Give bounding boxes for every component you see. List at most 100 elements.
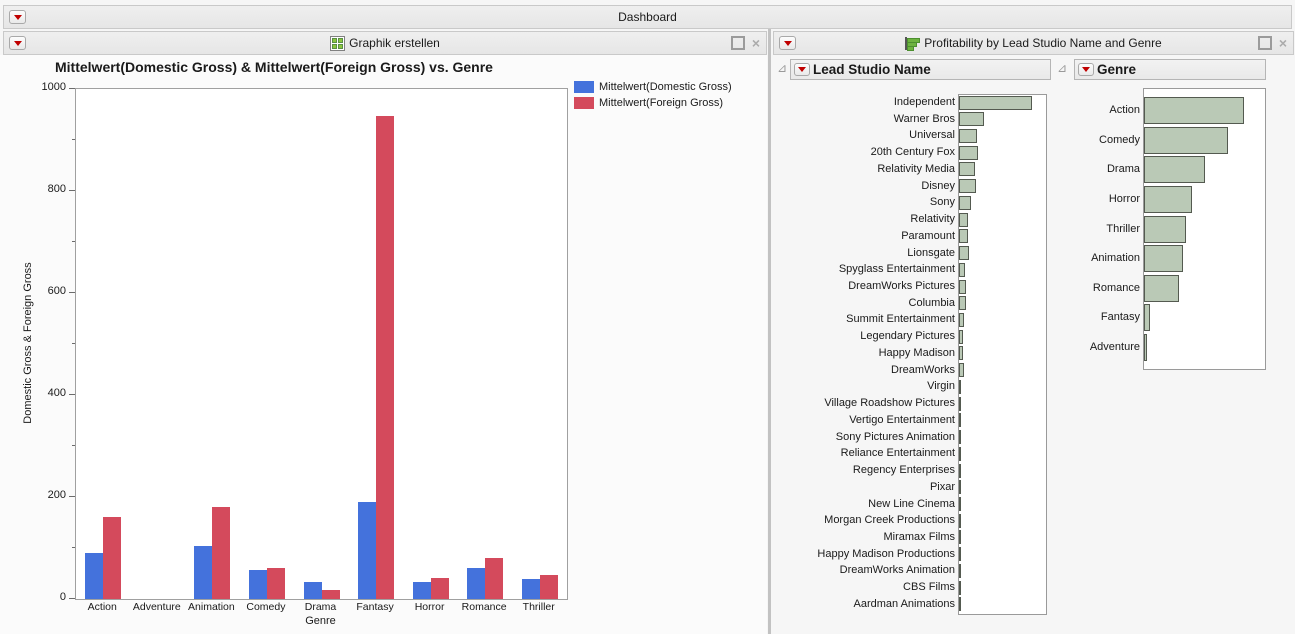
- bar-domestic[interactable]: [249, 570, 267, 599]
- maximize-icon[interactable]: [731, 36, 745, 50]
- legend-item[interactable]: Mittelwert(Domestic Gross): [574, 79, 732, 95]
- x-tick-label[interactable]: Thriller: [511, 601, 566, 613]
- studio-bar[interactable]: [959, 397, 961, 411]
- red-triangle-menu-button[interactable]: [779, 36, 796, 50]
- genre-bar[interactable]: [1144, 334, 1147, 361]
- studio-bar[interactable]: [959, 96, 1032, 110]
- studio-label[interactable]: Legendary Pictures: [775, 330, 955, 342]
- genre-label[interactable]: Fantasy: [1048, 311, 1140, 323]
- studio-bar[interactable]: [959, 447, 961, 461]
- red-triangle-menu-button[interactable]: [9, 36, 26, 50]
- genre-bar[interactable]: [1144, 97, 1244, 124]
- studio-bar[interactable]: [959, 162, 975, 176]
- studio-bar[interactable]: [959, 112, 984, 126]
- bar-foreign[interactable]: [431, 578, 449, 599]
- genre-label[interactable]: Drama: [1048, 163, 1140, 175]
- bar-domestic[interactable]: [194, 546, 212, 599]
- collapse-triangle-icon[interactable]: ⊿: [777, 62, 787, 74]
- studio-label[interactable]: Reliance Entertainment: [775, 447, 955, 459]
- studio-label[interactable]: New Line Cinema: [775, 498, 955, 510]
- studio-label[interactable]: Vertigo Entertainment: [775, 414, 955, 426]
- x-tick-label[interactable]: Animation: [184, 601, 239, 613]
- bar-domestic[interactable]: [358, 502, 376, 599]
- red-triangle-menu-button[interactable]: [1078, 63, 1094, 76]
- bar-domestic[interactable]: [467, 568, 485, 599]
- studio-label[interactable]: Sony Pictures Animation: [775, 431, 955, 443]
- studio-bar[interactable]: [959, 597, 961, 611]
- studio-label[interactable]: 20th Century Fox: [775, 146, 955, 158]
- bar-domestic[interactable]: [522, 579, 540, 599]
- studio-bar[interactable]: [959, 129, 977, 143]
- studio-bar[interactable]: [959, 296, 966, 310]
- studio-label[interactable]: Spyglass Entertainment: [775, 263, 955, 275]
- x-tick-label[interactable]: Comedy: [239, 601, 294, 613]
- studio-bar[interactable]: [959, 514, 961, 528]
- plot-area[interactable]: [75, 88, 568, 600]
- x-tick-label[interactable]: Fantasy: [348, 601, 403, 613]
- studio-label[interactable]: Happy Madison: [775, 347, 955, 359]
- studio-bar[interactable]: [959, 497, 961, 511]
- genre-bar[interactable]: [1144, 186, 1192, 213]
- studio-label[interactable]: Virgin: [775, 380, 955, 392]
- studio-label[interactable]: Paramount: [775, 230, 955, 242]
- bar-foreign[interactable]: [103, 517, 121, 599]
- bar-foreign[interactable]: [376, 116, 394, 599]
- x-tick-label[interactable]: Romance: [457, 601, 512, 613]
- studio-bar[interactable]: [959, 146, 978, 160]
- studio-bar[interactable]: [959, 564, 961, 578]
- studio-label[interactable]: Columbia: [775, 297, 955, 309]
- studio-label[interactable]: Lionsgate: [775, 247, 955, 259]
- studio-bar[interactable]: [959, 229, 968, 243]
- studio-label[interactable]: Village Roadshow Pictures: [775, 397, 955, 409]
- x-tick-label[interactable]: Drama: [293, 601, 348, 613]
- studio-label[interactable]: DreamWorks Pictures: [775, 280, 955, 292]
- bar-foreign[interactable]: [540, 575, 558, 599]
- studio-bar[interactable]: [959, 263, 965, 277]
- bar-domestic[interactable]: [85, 553, 103, 599]
- studio-bar[interactable]: [959, 380, 961, 394]
- close-icon[interactable]: ×: [752, 38, 760, 48]
- genre-label[interactable]: Thriller: [1048, 223, 1140, 235]
- red-triangle-menu-button[interactable]: [9, 10, 26, 24]
- genre-bar[interactable]: [1144, 216, 1186, 243]
- studio-bar[interactable]: [959, 196, 971, 210]
- studio-label[interactable]: DreamWorks: [775, 364, 955, 376]
- studio-label[interactable]: Warner Bros: [775, 113, 955, 125]
- studio-bar[interactable]: [959, 581, 961, 595]
- x-tick-label[interactable]: Action: [75, 601, 130, 613]
- genre-bar[interactable]: [1144, 156, 1205, 183]
- studio-label[interactable]: Happy Madison Productions: [775, 548, 955, 560]
- bar-domestic[interactable]: [304, 582, 322, 599]
- studio-bar[interactable]: [959, 547, 961, 561]
- bar-foreign[interactable]: [322, 590, 340, 599]
- x-axis-title[interactable]: Genre: [75, 615, 566, 627]
- studio-bar[interactable]: [959, 313, 964, 327]
- studio-label[interactable]: Morgan Creek Productions: [775, 514, 955, 526]
- genre-label[interactable]: Adventure: [1048, 341, 1140, 353]
- studio-label[interactable]: CBS Films: [775, 581, 955, 593]
- bar-domestic[interactable]: [413, 582, 431, 599]
- studio-bar[interactable]: [959, 413, 961, 427]
- studio-label[interactable]: Disney: [775, 180, 955, 192]
- studio-bar[interactable]: [959, 480, 961, 494]
- studio-bar[interactable]: [959, 179, 976, 193]
- genre-label[interactable]: Animation: [1048, 252, 1140, 264]
- genre-bar[interactable]: [1144, 245, 1183, 272]
- studio-bar[interactable]: [959, 213, 968, 227]
- studio-label[interactable]: Relativity Media: [775, 163, 955, 175]
- studio-bar[interactable]: [959, 246, 969, 260]
- bar-foreign[interactable]: [267, 568, 285, 599]
- x-tick-label[interactable]: Horror: [402, 601, 457, 613]
- genre-bar[interactable]: [1144, 127, 1228, 154]
- studio-label[interactable]: Universal: [775, 129, 955, 141]
- close-icon[interactable]: ×: [1279, 38, 1287, 48]
- maximize-icon[interactable]: [1258, 36, 1272, 50]
- studio-label[interactable]: Aardman Animations: [775, 598, 955, 610]
- genre-label[interactable]: Comedy: [1048, 134, 1140, 146]
- studio-bar[interactable]: [959, 280, 966, 294]
- studio-label[interactable]: Relativity: [775, 213, 955, 225]
- studio-label[interactable]: Sony: [775, 196, 955, 208]
- genre-label[interactable]: Action: [1048, 104, 1140, 116]
- studio-bar[interactable]: [959, 464, 961, 478]
- studio-label[interactable]: Pixar: [775, 481, 955, 493]
